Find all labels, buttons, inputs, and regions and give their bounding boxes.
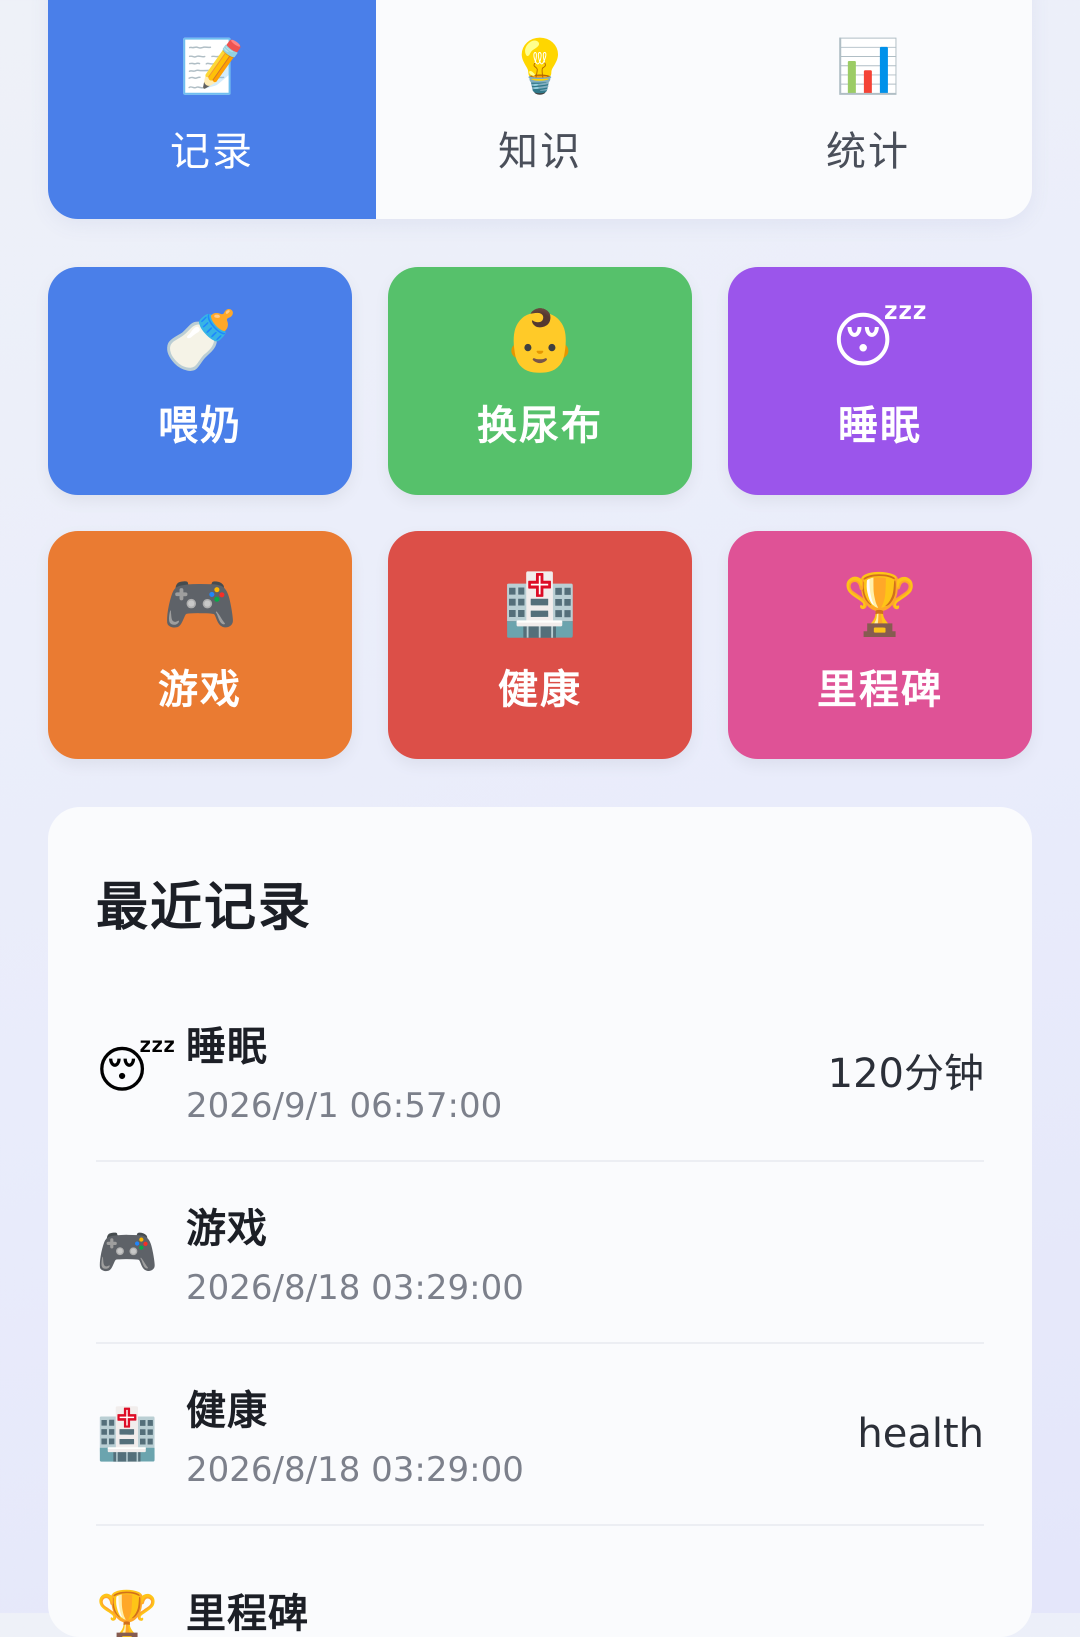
game-controller-icon: 🎮 (162, 570, 238, 640)
baby-face-icon: 👶 (502, 306, 578, 376)
action-label: 喂奶 (158, 403, 242, 449)
top-tab-bar: 📝 记录 💡 知识 📊 统计 (48, 0, 1032, 219)
list-item[interactable]: 🏆 里程碑 (96, 1526, 984, 1637)
list-item[interactable]: 🏥 健康 2026/8/18 03:29:00 health (96, 1344, 984, 1526)
tab-label: 记录 (170, 129, 254, 175)
trophy-icon: 🏆 (842, 570, 918, 640)
game-controller-icon: 🎮 (96, 1223, 159, 1281)
milestone-button[interactable]: 🏆 里程碑 (728, 531, 1032, 759)
tab-statistics[interactable]: 📊 统计 (704, 0, 1032, 219)
list-item[interactable]: 😴 睡眠 2026/9/1 06:57:00 120分钟 (96, 980, 984, 1162)
record-value: health (857, 1411, 984, 1457)
trophy-icon: 🏆 (96, 1588, 159, 1637)
sleep-button[interactable]: 😴 睡眠 (728, 267, 1032, 495)
tab-label: 知识 (498, 129, 582, 175)
play-button[interactable]: 🎮 游戏 (48, 531, 352, 759)
list-item[interactable]: 🎮 游戏 2026/8/18 03:29:00 (96, 1162, 984, 1344)
record-type: 睡眠 (186, 1024, 268, 1070)
action-label: 游戏 (158, 667, 242, 713)
action-label: 里程碑 (817, 667, 943, 713)
record-timestamp: 2026/9/1 06:57:00 (186, 1086, 503, 1126)
sleeping-face-icon: 😴 (831, 306, 929, 376)
action-grid: 🍼 喂奶 👶 换尿布 😴 睡眠 🎮 游戏 🏥 健康 🏆 里程碑 (48, 267, 1032, 759)
hospital-icon: 🏥 (96, 1405, 159, 1463)
sleeping-face-icon: 😴 (96, 1041, 177, 1099)
health-button[interactable]: 🏥 健康 (388, 531, 692, 759)
record-type: 游戏 (186, 1206, 268, 1252)
feeding-button[interactable]: 🍼 喂奶 (48, 267, 352, 495)
lightbulb-icon: 💡 (507, 37, 573, 97)
record-type: 里程碑 (186, 1591, 309, 1637)
tab-label: 统计 (826, 129, 910, 175)
action-label: 睡眠 (838, 403, 922, 449)
recent-records-card: 最近记录 😴 睡眠 2026/9/1 06:57:00 120分钟 🎮 游戏 2… (48, 807, 1032, 1637)
tab-knowledge[interactable]: 💡 知识 (376, 0, 704, 219)
action-label: 健康 (498, 667, 582, 713)
hospital-icon: 🏥 (502, 570, 578, 640)
record-timestamp: 2026/8/18 03:29:00 (186, 1450, 524, 1490)
recent-records-title: 最近记录 (96, 878, 313, 938)
action-label: 换尿布 (477, 403, 603, 449)
diaper-button[interactable]: 👶 换尿布 (388, 267, 692, 495)
baby-bottle-icon: 🍼 (162, 306, 238, 376)
record-type: 健康 (186, 1388, 268, 1434)
record-timestamp: 2026/8/18 03:29:00 (186, 1268, 524, 1308)
memo-icon: 📝 (179, 37, 245, 97)
tab-record[interactable]: 📝 记录 (48, 0, 376, 219)
bar-chart-icon: 📊 (835, 37, 901, 97)
record-value: 120分钟 (827, 1051, 984, 1097)
